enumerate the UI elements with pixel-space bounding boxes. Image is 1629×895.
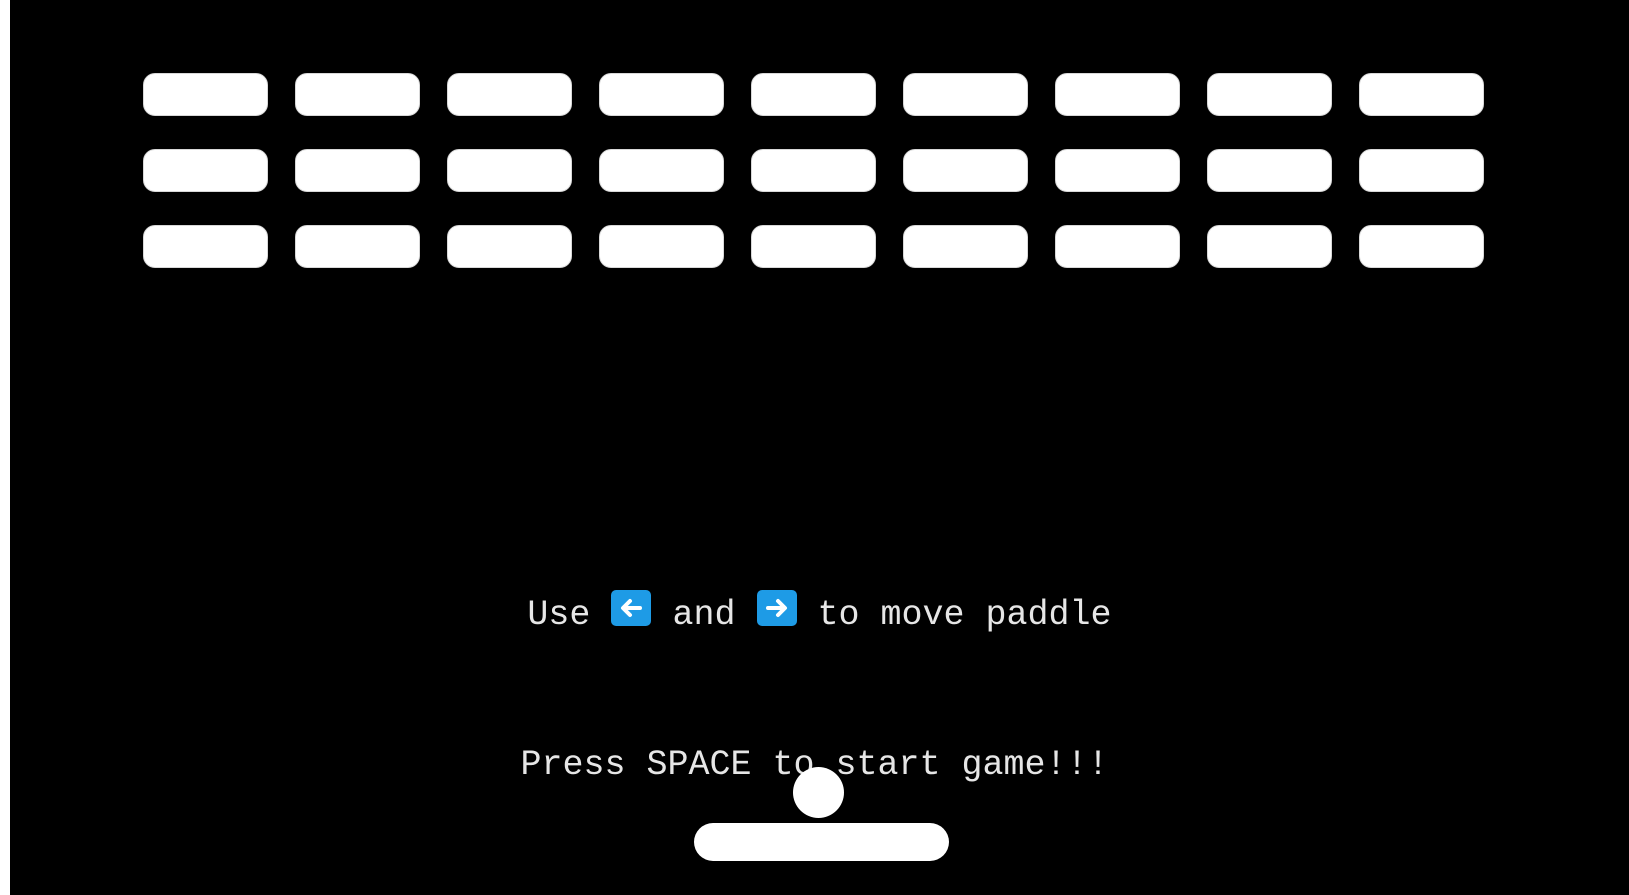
ball [793, 767, 844, 818]
brick [599, 73, 724, 116]
brick [1359, 73, 1484, 116]
brick [1207, 149, 1332, 192]
brick [447, 149, 572, 192]
brick [295, 149, 420, 192]
brick [295, 225, 420, 268]
brick [751, 225, 876, 268]
right-arrow-key-icon [756, 590, 797, 626]
brick [1055, 73, 1180, 116]
brick [1359, 149, 1484, 192]
brick [1207, 73, 1332, 116]
brick [903, 73, 1028, 116]
brick [903, 225, 1028, 268]
brick [1055, 225, 1180, 268]
instruction-move: Use and to move paddle [10, 588, 1629, 640]
brick [143, 73, 268, 116]
brick [1055, 149, 1180, 192]
brick [447, 73, 572, 116]
brick [599, 149, 724, 192]
instruction-use-word: Use [527, 595, 591, 635]
brick [751, 73, 876, 116]
brick [1359, 225, 1484, 268]
paddle[interactable] [694, 823, 949, 861]
brick [447, 225, 572, 268]
left-arrow-key-icon [611, 590, 652, 626]
brick [1207, 225, 1332, 268]
game-canvas[interactable]: Use and to move paddle Press SPACE to st… [10, 0, 1629, 895]
brick [143, 225, 268, 268]
brick [751, 149, 876, 192]
instruction-move-text: to move paddle [817, 595, 1112, 635]
brick [599, 225, 724, 268]
brick [143, 149, 268, 192]
brick [295, 73, 420, 116]
instruction-and-word: and [672, 595, 736, 635]
brick [903, 149, 1028, 192]
